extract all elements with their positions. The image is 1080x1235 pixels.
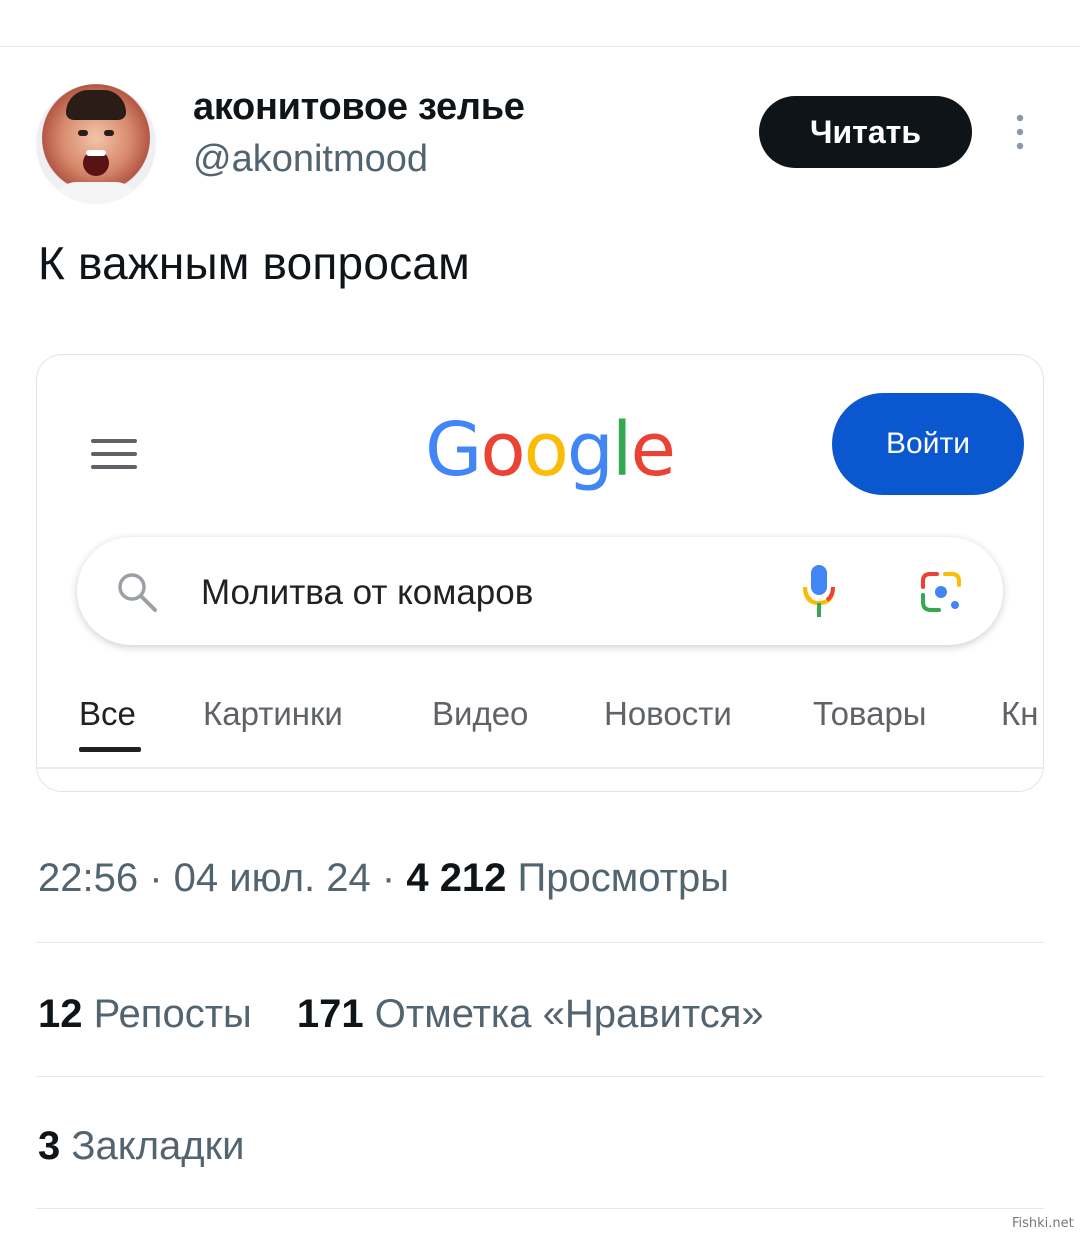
tabs-divider (37, 767, 1043, 769)
likes-count: 171 (296, 992, 364, 1036)
active-tab-indicator (79, 747, 141, 752)
microphone-icon[interactable] (799, 563, 839, 621)
divider (36, 942, 1044, 943)
google-logo-letter: G (425, 407, 482, 493)
engagement-stats: 12 Репосты 171 Отметка «Нравится» (38, 992, 798, 1037)
tab-images[interactable]: Картинки (203, 695, 343, 733)
google-lens-icon[interactable] (917, 569, 965, 615)
reposts-count: 12 (38, 992, 83, 1036)
avatar-eye (104, 130, 114, 136)
google-logo-letter: e (630, 407, 676, 493)
tab-books[interactable]: Кн (1001, 695, 1038, 733)
hamburger-menu-icon[interactable] (91, 439, 137, 471)
avatar-eye (78, 130, 88, 136)
watermark: Fishki.net (1012, 1216, 1074, 1231)
search-box[interactable]: Молитва от комаров (77, 537, 1003, 645)
google-logo[interactable]: Google (425, 407, 676, 493)
bookmarks-stat[interactable]: 3 Закладки (38, 1124, 245, 1169)
tweet-text: К важным вопросам (38, 237, 470, 289)
author-display-name[interactable]: аконитовое зелье (193, 86, 525, 129)
views-label: Просмотры (506, 856, 729, 900)
author-handle[interactable]: @akonitmood (193, 138, 428, 181)
avatar-hair (66, 90, 126, 120)
tab-video[interactable]: Видео (432, 695, 528, 733)
search-input[interactable]: Молитва от комаров (201, 573, 533, 613)
avatar[interactable] (36, 84, 156, 204)
tweet-meta: 22:56 · 04 июл. 24 · 4 212 Просмотры (38, 856, 729, 901)
tab-shopping[interactable]: Товары (813, 695, 927, 733)
google-logo-letter: l (611, 407, 633, 493)
likes-stat[interactable]: 171 Отметка «Нравится» (297, 992, 764, 1036)
google-screenshot-card[interactable]: Google Войти Молитва от комаров Все Карт… (36, 354, 1044, 792)
tab-news[interactable]: Новости (604, 695, 732, 733)
follow-button[interactable]: Читать (759, 96, 972, 168)
signin-button[interactable]: Войти (832, 393, 1024, 495)
reposts-label: Репосты (82, 992, 252, 1036)
bookmarks-count: 3 (38, 1124, 61, 1168)
search-icon (118, 573, 157, 612)
bookmarks-label: Закладки (60, 1124, 245, 1168)
google-logo-letter: g (566, 407, 614, 493)
avatar-teeth (86, 150, 106, 156)
divider (36, 1208, 1044, 1209)
divider (36, 1076, 1044, 1077)
google-logo-letter: o (480, 407, 525, 493)
avatar-shirt (56, 182, 136, 204)
google-logo-letter: o (523, 407, 569, 493)
top-divider (0, 46, 1080, 47)
views-count: 4 212 (406, 856, 507, 900)
tab-all[interactable]: Все (79, 695, 136, 733)
tweet-timestamp[interactable]: 22:56 · 04 июл. 24 · (38, 856, 406, 900)
likes-label: Отметка «Нравится» (363, 992, 764, 1036)
reposts-stat[interactable]: 12 Репосты (38, 992, 252, 1036)
more-vertical-icon[interactable] (1010, 112, 1030, 152)
